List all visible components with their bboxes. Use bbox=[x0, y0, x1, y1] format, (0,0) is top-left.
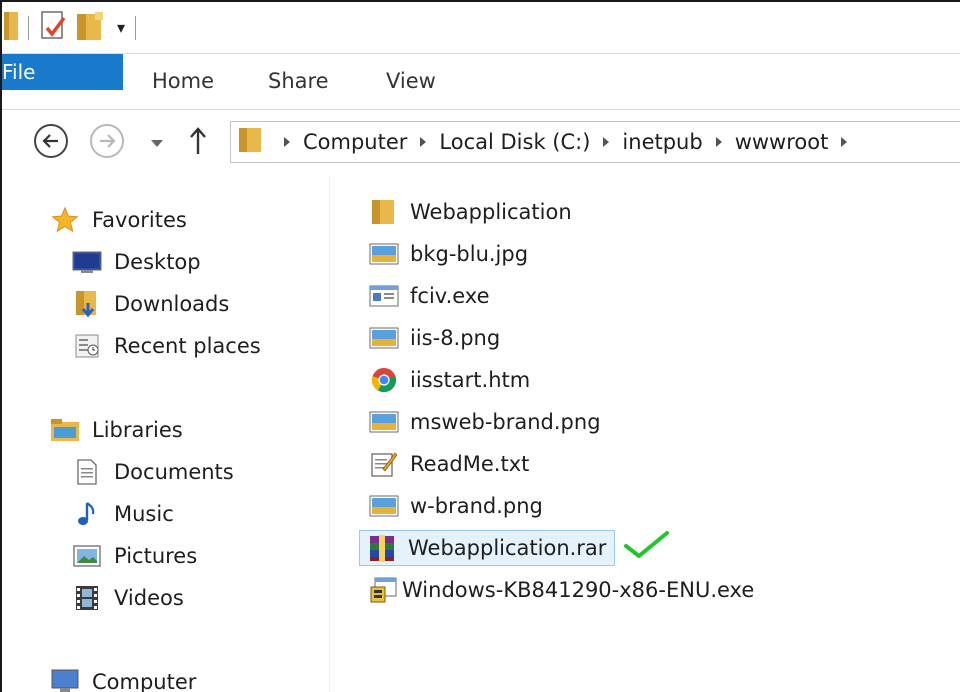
nav-pictures[interactable]: Pictures bbox=[72, 540, 197, 572]
breadcrumb-computer[interactable]: Computer bbox=[303, 130, 407, 154]
file-name: w-brand.png bbox=[410, 494, 543, 518]
file-item-msweb-brand[interactable]: msweb-brand.png bbox=[362, 404, 609, 440]
file-name: fciv.exe bbox=[410, 284, 490, 308]
forward-button[interactable] bbox=[90, 124, 124, 158]
nav-label: Videos bbox=[114, 586, 184, 610]
nav-label: Libraries bbox=[92, 418, 183, 442]
document-icon bbox=[72, 457, 102, 487]
breadcrumb-inetpub[interactable]: inetpub bbox=[622, 130, 702, 154]
tab-file[interactable]: File bbox=[2, 54, 123, 90]
arrow-left-icon bbox=[42, 134, 58, 148]
image-icon bbox=[368, 406, 400, 438]
tab-share[interactable]: Share bbox=[268, 54, 329, 109]
toolbar-separator bbox=[135, 15, 137, 40]
back-button[interactable] bbox=[34, 124, 68, 158]
file-name: Windows-KB841290-x86-ENU.exe bbox=[402, 578, 755, 602]
nav-music[interactable]: Music bbox=[72, 498, 174, 530]
breadcrumb-chevron-icon[interactable] bbox=[841, 137, 848, 147]
customize-toolbar-icon[interactable]: ▾ bbox=[117, 19, 125, 36]
properties-icon[interactable] bbox=[39, 9, 69, 47]
ribbon: File Home Share View bbox=[2, 54, 960, 110]
navigation-pane: Favorites Desktop Downloads Recent place… bbox=[2, 176, 330, 692]
nav-label: Downloads bbox=[114, 292, 230, 316]
image-icon bbox=[368, 490, 400, 522]
nav-computer[interactable]: Computer bbox=[50, 666, 196, 692]
address-bar[interactable]: Computer Local Disk (C:) inetpub wwwroot bbox=[230, 121, 960, 163]
nav-libraries[interactable]: Libraries bbox=[50, 414, 183, 446]
nav-videos[interactable]: Videos bbox=[72, 582, 184, 614]
nav-desktop[interactable]: Desktop bbox=[72, 246, 201, 278]
folder-icon[interactable] bbox=[4, 10, 18, 46]
file-item-readme[interactable]: ReadMe.txt bbox=[362, 446, 537, 482]
file-name: iis-8.png bbox=[410, 326, 501, 350]
desktop-icon bbox=[72, 247, 102, 277]
toolbar-separator bbox=[28, 15, 29, 40]
pictures-icon bbox=[72, 541, 102, 571]
exe-icon bbox=[368, 280, 400, 312]
file-item-iisstart[interactable]: iisstart.htm bbox=[362, 362, 538, 398]
nav-label: Desktop bbox=[114, 250, 201, 274]
breadcrumb-chevron-icon[interactable] bbox=[603, 137, 610, 147]
arrow-up-icon bbox=[190, 127, 206, 154]
nav-label: Computer bbox=[92, 670, 197, 692]
file-list: Webapplication bkg-blu.jpg fciv.exe iis-… bbox=[359, 176, 960, 692]
folder-icon bbox=[237, 125, 265, 159]
libraries-icon bbox=[50, 415, 80, 445]
breadcrumb-chevron-icon[interactable] bbox=[420, 137, 427, 147]
nav-favorites[interactable]: Favorites bbox=[50, 204, 187, 236]
breadcrumb-chevron-icon[interactable] bbox=[715, 137, 722, 147]
image-icon bbox=[368, 238, 400, 270]
file-name: Webapplication bbox=[410, 200, 572, 224]
file-name: msweb-brand.png bbox=[410, 410, 601, 434]
nav-label: Documents bbox=[114, 460, 234, 484]
chrome-icon bbox=[368, 364, 400, 396]
folder-icon bbox=[368, 196, 400, 228]
star-icon bbox=[50, 205, 80, 235]
nav-recent-places[interactable]: Recent places bbox=[72, 330, 261, 362]
winrar-icon bbox=[366, 532, 398, 564]
quick-access-toolbar: ▾ bbox=[2, 2, 960, 54]
file-item-iis-8[interactable]: iis-8.png bbox=[362, 320, 508, 356]
up-button[interactable] bbox=[188, 126, 208, 160]
installer-icon bbox=[368, 574, 400, 606]
downloads-icon bbox=[72, 289, 102, 319]
image-icon bbox=[368, 322, 400, 354]
text-file-icon bbox=[368, 448, 400, 480]
nav-label: Recent places bbox=[114, 334, 261, 358]
recent-places-icon bbox=[72, 331, 102, 361]
file-item-webapplication-rar[interactable]: Webapplication.rar bbox=[359, 530, 616, 566]
videos-icon bbox=[72, 583, 102, 613]
file-name: Webapplication.rar bbox=[408, 536, 607, 560]
file-item-w-brand[interactable]: w-brand.png bbox=[362, 488, 551, 524]
nav-label: Music bbox=[114, 502, 174, 526]
breadcrumb-local-disk[interactable]: Local Disk (C:) bbox=[439, 130, 590, 154]
breadcrumb-wwwroot[interactable]: wwwroot bbox=[735, 130, 829, 154]
tab-home[interactable]: Home bbox=[152, 54, 214, 109]
file-item-bkg-blu[interactable]: bkg-blu.jpg bbox=[362, 236, 536, 272]
computer-icon bbox=[50, 667, 80, 692]
nav-label: Pictures bbox=[114, 544, 198, 568]
nav-downloads[interactable]: Downloads bbox=[72, 288, 229, 320]
explorer-window: ▾ File Home Share View Computer Local Di… bbox=[0, 0, 960, 692]
address-row: Computer Local Disk (C:) inetpub wwwroot bbox=[2, 110, 960, 176]
file-item-windows-kb841290[interactable]: Windows-KB841290-x86-ENU.exe bbox=[362, 572, 762, 608]
nav-label: Favorites bbox=[92, 208, 187, 232]
arrow-right-icon bbox=[100, 134, 116, 148]
file-item-fciv[interactable]: fciv.exe bbox=[362, 278, 498, 314]
checkmark-icon bbox=[622, 530, 670, 564]
file-name: iisstart.htm bbox=[410, 368, 531, 392]
breadcrumb-chevron-icon bbox=[284, 137, 290, 147]
nav-documents[interactable]: Documents bbox=[72, 456, 234, 488]
music-icon bbox=[72, 499, 102, 529]
new-folder-icon[interactable] bbox=[75, 10, 105, 46]
chevron-down-icon bbox=[151, 140, 163, 147]
tab-view[interactable]: View bbox=[386, 54, 436, 109]
file-item-webapplication-folder[interactable]: Webapplication bbox=[362, 194, 580, 230]
file-name: bkg-blu.jpg bbox=[410, 242, 529, 266]
recent-locations-button[interactable] bbox=[150, 134, 164, 153]
file-name: ReadMe.txt bbox=[410, 452, 530, 476]
